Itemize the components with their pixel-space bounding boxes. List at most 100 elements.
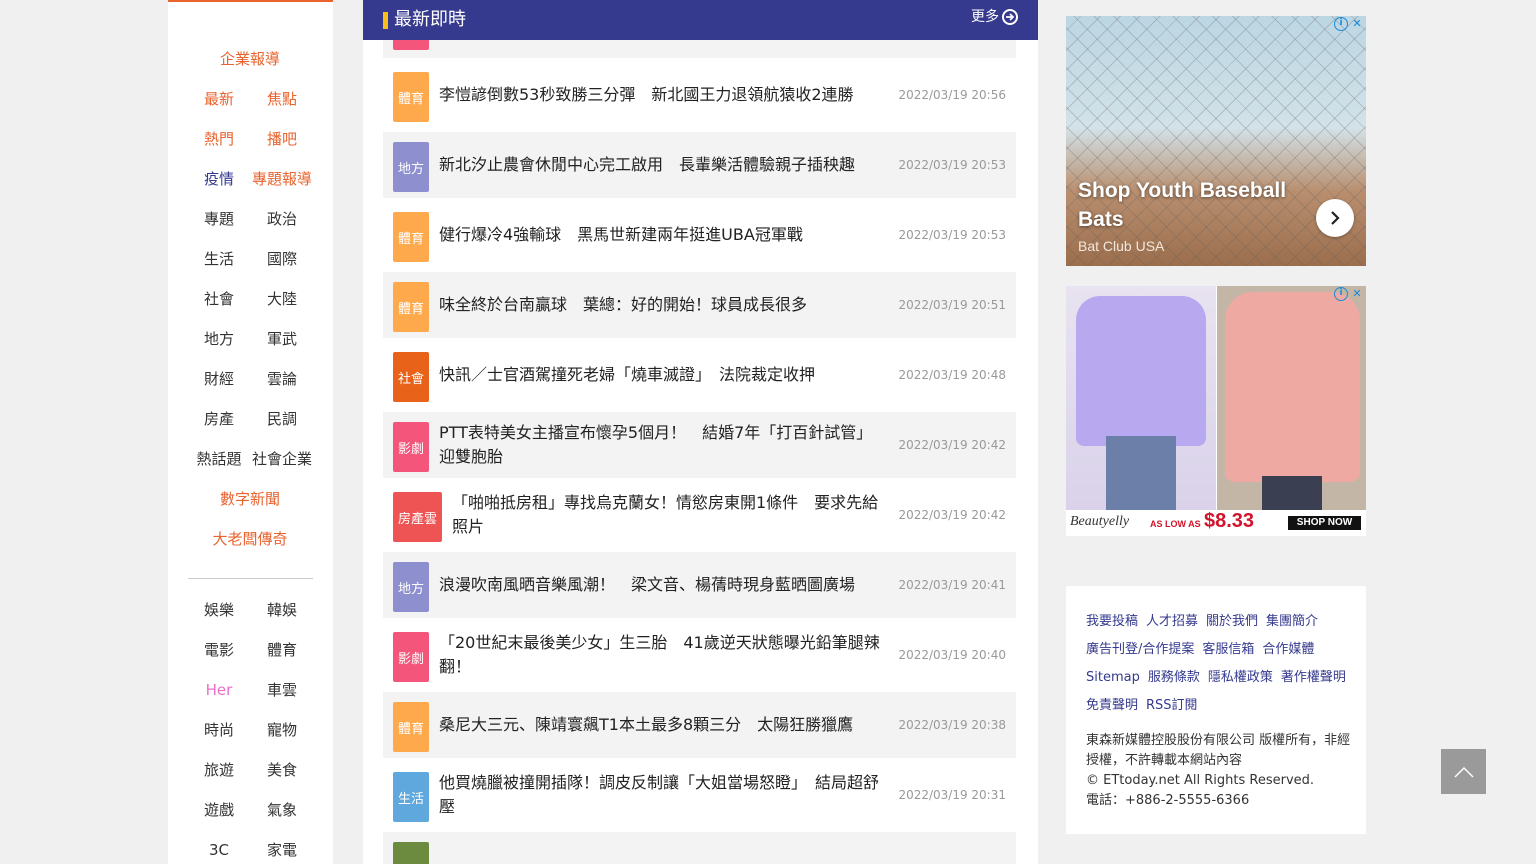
ad-baseball-bats[interactable]: Shop Youth Baseball Bats Bat Club USA i … xyxy=(1066,16,1366,266)
nav-link-政治[interactable]: 政治 xyxy=(267,207,297,231)
news-item[interactable]: 影劇 「20世紀末最後美少女」生三胎 41歲逆天狀態曝光鉛筆腿辣翻！ 2022/03… xyxy=(383,622,1016,688)
footer-link[interactable]: 著作權聲明 xyxy=(1281,664,1346,692)
info-icon[interactable]: i xyxy=(1334,287,1348,301)
news-header-title: 最新即時 xyxy=(394,9,466,30)
nav-link-時尚[interactable]: 時尚 xyxy=(204,718,234,742)
footer-link[interactable]: 客服信箱 xyxy=(1202,636,1254,664)
news-item[interactable]: 影劇 PTT表特美女主播宣布懷孕5個月！ 結婚7年「打百針試管」迎雙胞胎 2022/… xyxy=(383,412,1016,478)
footer-link[interactable]: 廣告刊登/合作提案 xyxy=(1086,636,1194,664)
news-item[interactable]: 體育 李愷諺倒數53秒致勝三分彈 新北國王力退領航猿收2連勝 2022/03/19 … xyxy=(383,62,1016,128)
nav-link-車雲[interactable]: 車雲 xyxy=(267,678,297,702)
footer-link[interactable]: 隱私權政策 xyxy=(1208,664,1273,692)
footer-link[interactable]: RSS訂閱 xyxy=(1146,692,1198,720)
footer-links: 我要投稿 人才招募 關於我們 集團簡介廣告刊登/合作提案 客服信箱 合作媒體 Sitemap… xyxy=(1086,608,1356,720)
news-title[interactable]: 浪漫吹南風晒音樂風潮！ 梁文音、楊蒨時現身藍晒圖廣場 xyxy=(439,573,884,597)
nav-link-最新[interactable]: 最新 xyxy=(204,87,234,111)
nav-link-財經[interactable]: 財經 xyxy=(204,367,234,391)
nav-link-3C[interactable]: 3C xyxy=(209,838,229,862)
ad-product-image-purple-tee xyxy=(1066,286,1216,510)
nav-link-房產[interactable]: 房產 xyxy=(204,407,234,431)
category-badge: 生活 xyxy=(393,772,429,822)
nav-link-Her[interactable]: Her xyxy=(206,678,233,702)
news-timestamp: 2022/03/19 20:48 xyxy=(898,368,1006,382)
close-icon[interactable]: ✕ xyxy=(1350,17,1364,31)
nav-link-大陸[interactable]: 大陸 xyxy=(267,287,297,311)
nav-link-企業報導[interactable]: 企業報導 xyxy=(220,47,280,71)
footer-link[interactable]: 集團簡介 xyxy=(1266,608,1318,636)
nav-row: 地方 軍武 xyxy=(168,327,333,351)
nav-link-熱話題[interactable]: 熱話題 xyxy=(196,447,241,471)
nav-link-專題[interactable]: 專題 xyxy=(204,207,234,231)
news-title[interactable]: 「啪啪抵房租」專找烏克蘭女！情慾房東開1條件 要求先給照片 xyxy=(452,491,884,539)
info-icon[interactable]: i xyxy=(1334,17,1348,31)
nav-link-軍武[interactable]: 軍武 xyxy=(267,327,297,351)
ad-choices[interactable]: i ✕ xyxy=(1334,17,1364,31)
category-badge: 地方 xyxy=(393,562,429,612)
ad-choices[interactable]: i ✕ xyxy=(1334,287,1364,301)
nav-link-大老闆傳奇[interactable]: 大老闆傳奇 xyxy=(212,527,287,551)
footer-link[interactable]: 免責聲明 xyxy=(1086,692,1138,720)
news-title[interactable]: 桑尼大三元、陳靖寰飆T1本土最多8顆三分 太陽狂勝獵鷹 xyxy=(439,713,884,737)
nav-link-遊戲[interactable]: 遊戲 xyxy=(204,798,234,822)
news-timestamp: 2022/03/19 20:42 xyxy=(898,508,1006,522)
chevron-up-icon xyxy=(1453,766,1474,778)
news-title[interactable]: PTT表特美女主播宣布懷孕5個月！ 結婚7年「打百針試管」迎雙胞胎 xyxy=(439,421,884,469)
nav-link-電影[interactable]: 電影 xyxy=(204,638,234,662)
copyright-line: 電話：+886-2-5555-6366 xyxy=(1086,793,1250,808)
nav-link-體育[interactable]: 體育 xyxy=(267,638,297,662)
nav-link-焦點[interactable]: 焦點 xyxy=(267,87,297,111)
news-item[interactable]: 體育 健行爆冷4強輸球 黑馬世新建兩年挺進UBA冠軍戰 2022/03/19 20:… xyxy=(383,202,1016,268)
nav-row: 熱門 播吧 xyxy=(168,127,333,151)
nav-link-數字新聞[interactable]: 數字新聞 xyxy=(220,487,280,511)
shop-now-button[interactable]: SHOP NOW xyxy=(1288,516,1361,530)
nav-link-氣象[interactable]: 氣象 xyxy=(267,798,297,822)
news-item[interactable]: 社會 快訊／士官酒駕撞死老婦「燒車滅證」 法院裁定收押 2022/03/19 20:… xyxy=(383,342,1016,408)
nav-link-專題報導[interactable]: 專題報導 xyxy=(252,167,312,191)
nav-row: 疫情 專題報導 xyxy=(168,167,333,191)
news-title[interactable]: 快訊／士官酒駕撞死老婦「燒車滅證」 法院裁定收押 xyxy=(439,363,884,387)
nav-link-疫情[interactable]: 疫情 xyxy=(204,167,234,191)
news-title[interactable]: 健行爆冷4強輸球 黑馬世新建兩年挺進UBA冠軍戰 xyxy=(439,223,884,247)
nav-link-娛樂[interactable]: 娛樂 xyxy=(204,598,234,622)
more-link[interactable]: 更多 xyxy=(971,8,1018,26)
nav-link-社會[interactable]: 社會 xyxy=(204,287,234,311)
nav-link-美食[interactable]: 美食 xyxy=(267,758,297,782)
nav-link-寵物[interactable]: 寵物 xyxy=(267,718,297,742)
chevron-right-icon[interactable] xyxy=(1316,199,1354,237)
news-item[interactable]: 地方 浪漫吹南風晒音樂風潮！ 梁文音、楊蒨時現身藍晒圖廣場 2022/03/19 2… xyxy=(383,552,1016,618)
news-title[interactable]: 新北汐止農會休閒中心完工啟用 長輩樂活體驗親子插秧趣 xyxy=(439,153,884,177)
footer-link[interactable]: 人才招募 xyxy=(1146,608,1198,636)
close-icon[interactable]: ✕ xyxy=(1350,287,1364,301)
footer-link[interactable]: 關於我們 xyxy=(1206,608,1258,636)
news-item[interactable]: 體育 桑尼大三元、陳靖寰飆T1本土最多8顆三分 太陽狂勝獵鷹 2022/03/19 … xyxy=(383,692,1016,758)
news-title[interactable]: 味全終於台南贏球 葉總：好的開始！球員成長很多 xyxy=(439,293,884,317)
news-item[interactable] xyxy=(383,832,1016,864)
nav-link-雲論[interactable]: 雲論 xyxy=(267,367,297,391)
news-title[interactable]: 李愷諺倒數53秒致勝三分彈 新北國王力退領航猿收2連勝 xyxy=(439,83,884,107)
copyright-line: © ETtoday.net All Rights Reserved. xyxy=(1086,773,1315,788)
category-badge: 房產雲 xyxy=(393,492,442,542)
news-title[interactable]: 「20世紀末最後美少女」生三胎 41歲逆天狀態曝光鉛筆腿辣翻！ xyxy=(439,631,884,679)
nav-link-熱門[interactable]: 熱門 xyxy=(204,127,234,151)
news-item[interactable]: 生活 他買燒臘被撞開插隊！調皮反制讓「大姐當場怒瞪」 結局超舒壓 2022/03/1… xyxy=(383,762,1016,828)
news-item[interactable]: 房產雲 「啪啪抵房租」專找烏克蘭女！情慾房東開1條件 要求先給照片 2022/03/… xyxy=(383,482,1016,548)
news-timestamp: 2022/03/19 20:53 xyxy=(898,228,1006,242)
news-item[interactable]: 體育 味全終於台南贏球 葉總：好的開始！球員成長很多 2022/03/19 20:5… xyxy=(383,272,1016,338)
footer-link[interactable]: 合作媒體 xyxy=(1262,636,1314,664)
footer-link[interactable]: Sitemap xyxy=(1086,664,1140,692)
nav-link-生活[interactable]: 生活 xyxy=(204,247,234,271)
nav-link-社會企業[interactable]: 社會企業 xyxy=(252,447,312,471)
footer-link[interactable]: 服務條款 xyxy=(1148,664,1200,692)
back-to-top-button[interactable] xyxy=(1441,749,1486,794)
footer-link[interactable]: 我要投稿 xyxy=(1086,608,1138,636)
nav-link-民調[interactable]: 民調 xyxy=(267,407,297,431)
nav-link-國際[interactable]: 國際 xyxy=(267,247,297,271)
news-item[interactable]: 地方 新北汐止農會休閒中心完工啟用 長輩樂活體驗親子插秧趣 2022/03/19 2… xyxy=(383,132,1016,198)
nav-link-旅遊[interactable]: 旅遊 xyxy=(204,758,234,782)
nav-link-地方[interactable]: 地方 xyxy=(204,327,234,351)
news-title[interactable]: 他買燒臘被撞開插隊！調皮反制讓「大姐當場怒瞪」 結局超舒壓 xyxy=(439,771,884,819)
nav-link-播吧[interactable]: 播吧 xyxy=(267,127,297,151)
ad-tshirts[interactable]: Beautyelly AS LOW AS $8.33 SHOP NOW i ✕ xyxy=(1066,286,1366,536)
nav-link-韓娛[interactable]: 韓娛 xyxy=(267,598,297,622)
nav-link-家電[interactable]: 家電 xyxy=(267,838,297,862)
